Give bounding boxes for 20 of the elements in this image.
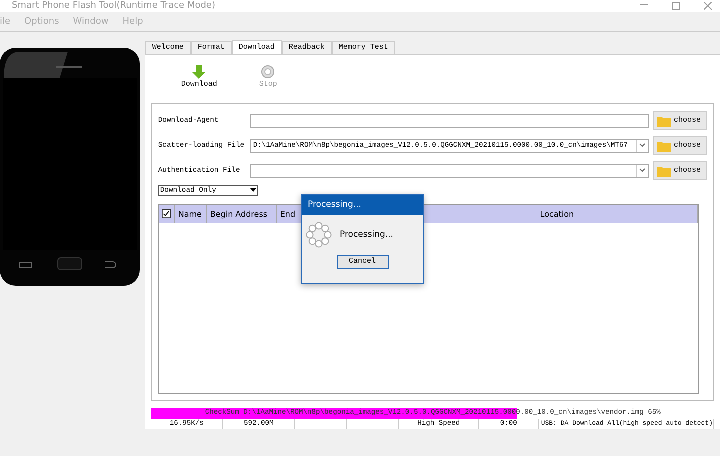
stop-icon bbox=[261, 65, 276, 79]
dropdown-caret-icon[interactable] bbox=[639, 143, 646, 148]
column-header: Name bbox=[175, 205, 208, 223]
path-input-field[interactable] bbox=[250, 114, 649, 128]
path-combo-field[interactable] bbox=[250, 164, 649, 178]
dropdown-caret-icon[interactable] bbox=[639, 168, 646, 173]
close-icon[interactable] bbox=[704, 2, 712, 10]
minimize-icon[interactable] bbox=[640, 2, 648, 8]
dialog-message: Processing... bbox=[340, 230, 394, 240]
window-title: Smart Phone Flash Tool(Runtime Trace Mode) bbox=[12, 1, 216, 11]
folder-icon bbox=[657, 164, 671, 176]
spinner-icon bbox=[306, 222, 332, 248]
checkbox[interactable] bbox=[162, 209, 172, 219]
maximize-icon[interactable] bbox=[672, 2, 680, 10]
folder-icon bbox=[657, 140, 671, 152]
dropdown-caret-icon bbox=[250, 188, 258, 193]
down-arrow-icon bbox=[192, 65, 206, 79]
dialog-title: Processing... bbox=[302, 195, 423, 215]
column-header: Begin Address bbox=[207, 205, 278, 223]
folder-icon bbox=[657, 114, 671, 126]
